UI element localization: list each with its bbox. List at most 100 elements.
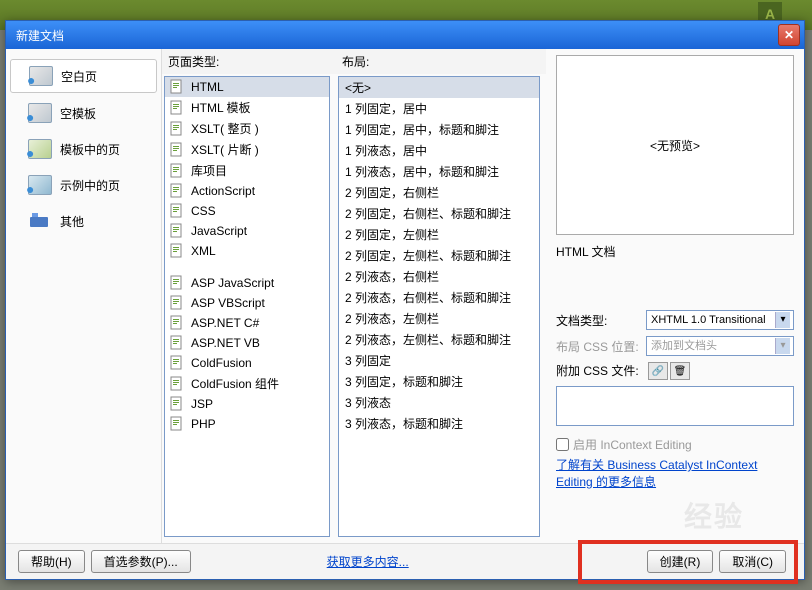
layout-item[interactable]: 3 列液态，标题和脚注 — [339, 413, 539, 434]
file-icon — [169, 121, 185, 137]
layout-item[interactable]: 1 列液态，居中，标题和脚注 — [339, 161, 539, 182]
remove-css-button[interactable]: 🗑 — [670, 362, 690, 380]
layout-item[interactable]: 2 列液态，左侧栏 — [339, 308, 539, 329]
page-type-label: ColdFusion — [191, 356, 252, 370]
file-icon — [169, 295, 185, 311]
layout-item[interactable]: 1 列液态，居中 — [339, 140, 539, 161]
layout-item[interactable]: 2 列液态，右侧栏、标题和脚注 — [339, 287, 539, 308]
category-template[interactable]: 空模板 — [10, 97, 157, 129]
page-type-label: ASP VBScript — [191, 296, 265, 310]
page-type-item[interactable]: XSLT( 整页 ) — [165, 118, 329, 139]
layout-item[interactable]: 2 列固定，左侧栏 — [339, 224, 539, 245]
page-type-label: XSLT( 片断 ) — [191, 141, 259, 158]
page-type-label: ColdFusion 组件 — [191, 375, 279, 392]
page-type-item[interactable]: HTML 模板 — [165, 97, 329, 118]
dialog-content: 空白页空模板模板中的页示例中的页其他 页面类型: HTMLHTML 模板XSLT… — [6, 49, 804, 543]
page-type-label: JSP — [191, 397, 213, 411]
attach-css-row: 附加 CSS 文件: 🔗 🗑 — [556, 362, 794, 380]
dialog-title: 新建文档 — [16, 27, 778, 44]
page-type-label: CSS — [191, 204, 216, 218]
category-sample-page[interactable]: 示例中的页 — [10, 169, 157, 201]
options-column: <无预览> HTML 文档 文档类型: XHTML 1.0 Transition… — [546, 49, 804, 543]
page-type-item[interactable]: ASP JavaScript — [165, 273, 329, 293]
layout-item[interactable]: 2 列固定，右侧栏 — [339, 182, 539, 203]
page-type-label: XSLT( 整页 ) — [191, 120, 259, 137]
page-type-item[interactable]: XSLT( 片断 ) — [165, 139, 329, 160]
page-type-label: XML — [191, 244, 216, 258]
page-type-item[interactable]: JSP — [165, 394, 329, 414]
file-icon — [169, 315, 185, 331]
layout-item[interactable]: 2 列固定，右侧栏、标题和脚注 — [339, 203, 539, 224]
file-icon — [169, 203, 185, 219]
layout-item[interactable]: 1 列固定，居中 — [339, 98, 539, 119]
description-text: HTML 文档 — [556, 243, 794, 260]
page-type-list[interactable]: HTML HTML 模板 XSLT( 整页 ) XSLT( 片断 ) 库项目 Action… — [164, 76, 330, 537]
page-type-item[interactable]: JavaScript — [165, 221, 329, 241]
page-type-item[interactable]: ActionScript — [165, 181, 329, 201]
category-label: 其他 — [60, 213, 84, 230]
page-type-label: ASP.NET C# — [191, 316, 259, 330]
page-type-item[interactable]: ColdFusion — [165, 353, 329, 373]
page-type-item[interactable]: XML — [165, 241, 329, 261]
layout-item[interactable]: 3 列固定，标题和脚注 — [339, 371, 539, 392]
page-type-label: ASP JavaScript — [191, 276, 274, 290]
page-type-item[interactable]: 库项目 — [165, 160, 329, 181]
layout-css-label: 布局 CSS 位置: — [556, 338, 646, 355]
page-type-label: ActionScript — [191, 184, 255, 198]
page-type-item[interactable]: CSS — [165, 201, 329, 221]
learn-more-link[interactable]: 了解有关 Business Catalyst InContext Editing… — [556, 457, 794, 491]
help-button[interactable]: 帮助(H) — [18, 550, 85, 573]
layout-item[interactable]: 3 列液态 — [339, 392, 539, 413]
layout-list[interactable]: <无>1 列固定，居中1 列固定，居中，标题和脚注1 列液态，居中1 列液态，居… — [338, 76, 540, 537]
cancel-button[interactable]: 取消(C) — [719, 550, 786, 573]
attached-css-list[interactable] — [556, 386, 794, 426]
category-label: 空模板 — [60, 105, 96, 122]
category-label: 空白页 — [61, 68, 97, 85]
page-type-label: HTML — [191, 80, 224, 94]
category-blank[interactable]: 空白页 — [10, 59, 157, 93]
preview-box: <无预览> — [556, 55, 794, 235]
layout-item[interactable]: <无> — [339, 77, 539, 98]
page-type-label: JavaScript — [191, 224, 247, 238]
page-type-item[interactable]: ASP VBScript — [165, 293, 329, 313]
layout-item[interactable]: 2 列固定，左侧栏、标题和脚注 — [339, 245, 539, 266]
page-type-label: ASP.NET VB — [191, 336, 260, 350]
category-label: 模板中的页 — [60, 141, 120, 158]
doctype-row: 文档类型: XHTML 1.0 Transitional — [556, 310, 794, 330]
page-type-item[interactable]: PHP — [165, 414, 329, 434]
file-icon — [169, 243, 185, 259]
layout-item[interactable]: 2 列液态，右侧栏 — [339, 266, 539, 287]
page-type-label: PHP — [191, 417, 216, 431]
category-list: 空白页空模板模板中的页示例中的页其他 — [6, 49, 161, 543]
layout-column: 布局: <无>1 列固定，居中1 列固定，居中，标题和脚注1 列液态，居中1 列… — [336, 49, 546, 543]
doctype-select[interactable]: XHTML 1.0 Transitional — [646, 310, 794, 330]
file-icon — [169, 335, 185, 351]
file-icon — [169, 396, 185, 412]
get-more-link[interactable]: 获取更多内容... — [327, 553, 409, 570]
incontext-label: 启用 InContext Editing — [573, 436, 692, 453]
page-type-item[interactable]: ColdFusion 组件 — [165, 373, 329, 394]
layout-item[interactable]: 3 列固定 — [339, 350, 539, 371]
layout-css-select: 添加到文档头 — [646, 336, 794, 356]
preferences-button[interactable]: 首选参数(P)... — [91, 550, 191, 573]
file-icon — [169, 163, 185, 179]
file-icon — [169, 416, 185, 432]
close-button[interactable]: ✕ — [778, 24, 800, 46]
incontext-checkbox[interactable] — [556, 438, 569, 451]
category-tpl-page[interactable]: 模板中的页 — [10, 133, 157, 165]
file-icon — [169, 79, 185, 95]
page-type-item[interactable]: ASP.NET C# — [165, 313, 329, 333]
page-type-item[interactable]: HTML — [165, 77, 329, 97]
file-icon — [169, 183, 185, 199]
layout-item[interactable]: 2 列液态，左侧栏、标题和脚注 — [339, 329, 539, 350]
file-icon — [169, 142, 185, 158]
attach-css-label: 附加 CSS 文件: — [556, 362, 646, 379]
category-other[interactable]: 其他 — [10, 205, 157, 237]
category-label: 示例中的页 — [60, 177, 120, 194]
link-css-button[interactable]: 🔗 — [648, 362, 668, 380]
file-icon — [169, 223, 185, 239]
page-type-item[interactable]: ASP.NET VB — [165, 333, 329, 353]
create-button[interactable]: 创建(R) — [647, 550, 714, 573]
layout-item[interactable]: 1 列固定，居中，标题和脚注 — [339, 119, 539, 140]
preview-text: <无预览> — [650, 137, 700, 154]
